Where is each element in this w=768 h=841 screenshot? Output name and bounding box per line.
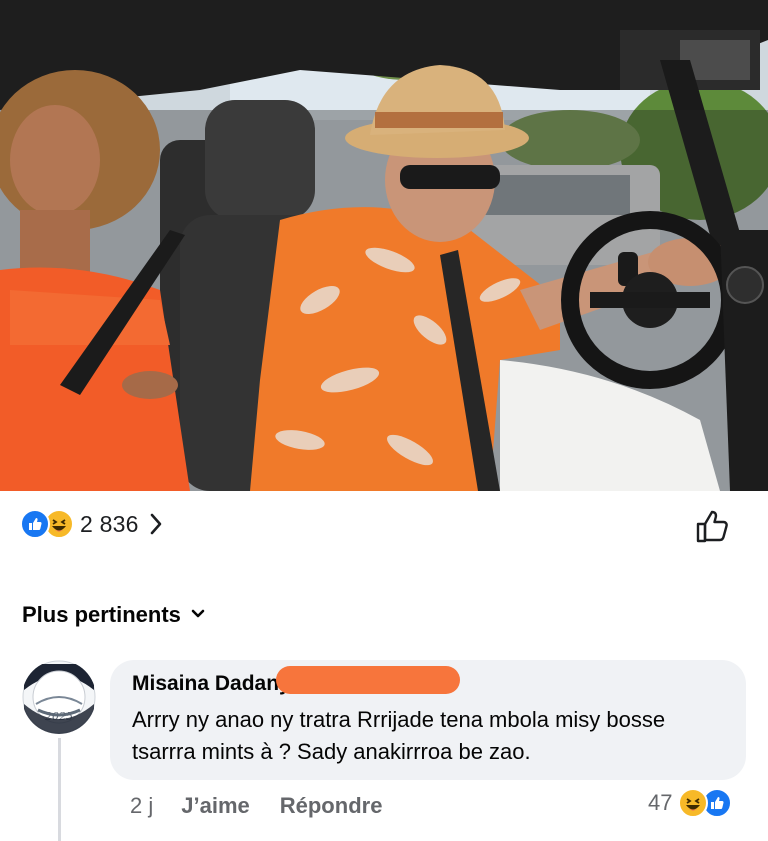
chevron-down-icon (191, 606, 205, 624)
comments-sort-dropdown[interactable]: Plus pertinents (22, 602, 205, 628)
post-photo[interactable] (0, 0, 768, 491)
thread-line (58, 738, 61, 841)
comment-reaction-count: 47 (648, 790, 673, 815)
comment-author[interactable]: Misaina Dadany (132, 672, 291, 696)
comment-reactions-summary[interactable]: 47 (648, 788, 733, 818)
sort-label: Plus pertinents (22, 602, 181, 627)
avatar[interactable]: 2025 (22, 660, 96, 734)
comment-like-button[interactable]: J’aime (181, 793, 250, 819)
comment-reply-button[interactable]: Répondre (280, 793, 383, 819)
post-reaction-bar: 2 836 (0, 491, 768, 561)
chevron-right-icon (149, 512, 163, 536)
like-button[interactable] (694, 507, 732, 545)
reaction-count: 2 836 (80, 510, 139, 537)
comment-bubble[interactable]: Misaina Dadany Arrry ny anao ny tratra R… (110, 660, 746, 780)
thumbs-up-outline-icon (696, 510, 728, 543)
redaction-mark (276, 666, 460, 694)
comment-meta: 2 j J’aime Répondre (130, 793, 382, 819)
avatar-image: 2025 (22, 660, 96, 734)
comment-time: 2 j (130, 793, 154, 818)
haha-icon (678, 788, 709, 818)
like-icon (20, 509, 50, 539)
comment-text: Arrry ny anao ny tratra Rrrijade tena mb… (132, 707, 666, 764)
photo-image (0, 0, 768, 491)
post-reactions-summary[interactable]: 2 836 (20, 508, 163, 540)
